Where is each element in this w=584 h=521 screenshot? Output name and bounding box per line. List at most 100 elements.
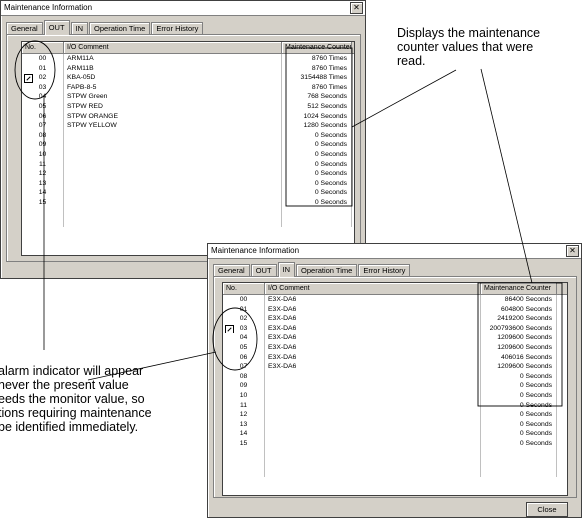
table-row[interactable]	[223, 458, 567, 468]
cell-no: 02	[22, 73, 64, 83]
table-header: No. I/O Comment Maintenance Counter	[223, 283, 567, 295]
table-row[interactable]: 14 0 Seconds	[22, 188, 354, 198]
cell-no: 03	[223, 323, 265, 334]
table-row[interactable]	[223, 448, 567, 459]
cell-maintenance-counter: 0 Seconds	[282, 169, 352, 179]
table-row[interactable]	[22, 217, 354, 227]
table-row[interactable]: 02 KBA-05D 3154488 Times	[22, 73, 354, 83]
cell-no-text: 01	[38, 64, 47, 72]
cell-no-text: 00	[239, 296, 248, 303]
table-row[interactable]	[223, 467, 567, 478]
table-row[interactable]: 05 STPW RED 512 Seconds	[22, 101, 354, 112]
table-row[interactable]: 08 0 Seconds	[22, 130, 354, 141]
io-table[interactable]: No. I/O Comment Maintenance Counter 00 E3…	[222, 282, 568, 496]
cell-no: 03	[22, 82, 64, 93]
header-io-comment[interactable]: I/O Comment	[265, 283, 481, 294]
table-row[interactable]: 00 E3X-DA6 86400 Seconds	[223, 295, 567, 305]
table-row[interactable]: 04 E3X-DA6 1209600 Seconds	[223, 333, 567, 343]
tab-operation-time[interactable]: Operation Time	[296, 264, 358, 276]
table-row[interactable]: 12 0 Seconds	[223, 410, 567, 420]
cell-maintenance-counter: 0 Seconds	[481, 410, 557, 420]
table-row[interactable]: 04 STPW Green 768 Seconds	[22, 92, 354, 102]
cell-maintenance-counter: 1209600 Seconds	[481, 333, 557, 343]
table-row[interactable]: 11 0 Seconds	[223, 400, 567, 411]
table-row[interactable]: 01 ARM11B 8760 Times	[22, 63, 354, 74]
callout-line: counter values that were	[397, 40, 534, 54]
table-row[interactable]: 07 STPW YELLOW 1280 Seconds	[22, 121, 354, 131]
tab-operation-time[interactable]: Operation Time	[89, 22, 151, 34]
table-row[interactable]: 01 E3X-DA6 604800 Seconds	[223, 304, 567, 315]
leader-line	[351, 69, 457, 128]
cell-no-text: 06	[239, 353, 248, 361]
table-row[interactable]	[22, 207, 354, 218]
table-row[interactable]: 14 0 Seconds	[223, 429, 567, 439]
table-row[interactable]: 08 0 Seconds	[223, 371, 567, 382]
cell-io-comment: ARM11B	[64, 63, 282, 74]
cell-io-comment	[265, 381, 481, 391]
cell-io-comment	[64, 188, 282, 198]
tab-strip: General OUT IN Operation Time Error Hist…	[213, 262, 411, 277]
close-icon[interactable]: ✕	[566, 245, 579, 257]
header-no[interactable]: No.	[223, 283, 265, 294]
header-maintenance-counter[interactable]: Maintenance Counter	[282, 42, 352, 53]
alarm-icon	[24, 74, 33, 83]
table-row[interactable]: 03 FAPB-8-5 8760 Times	[22, 82, 354, 93]
tab-general[interactable]: General	[6, 22, 43, 34]
table-row[interactable]: 03 E3X-DA6 200793600 Seconds	[223, 323, 567, 334]
table-row[interactable]: 06 E3X-DA6 406016 Seconds	[223, 352, 567, 363]
table-row[interactable]: 09 0 Seconds	[22, 140, 354, 150]
cell-no-text: 06	[38, 112, 47, 120]
cell-no: 15	[223, 438, 265, 449]
table-row[interactable]: 15 0 Seconds	[22, 197, 354, 208]
cell-no-text: 05	[239, 343, 248, 351]
table-row[interactable]: 02 E3X-DA6 2419200 Seconds	[223, 314, 567, 324]
cell-no-text: 13	[239, 420, 248, 428]
cell-no	[22, 217, 64, 227]
io-table[interactable]: No. I/O Comment Maintenance Counter 00 AR…	[21, 41, 355, 256]
cell-no: 02	[223, 314, 265, 324]
table-row[interactable]: 13 0 Seconds	[22, 178, 354, 189]
cell-no: 11	[22, 159, 64, 170]
table-row[interactable]: 12 0 Seconds	[22, 169, 354, 179]
cell-no: 14	[22, 188, 64, 198]
cell-io-comment: STPW YELLOW	[64, 121, 282, 131]
table-row[interactable]: 15 0 Seconds	[223, 438, 567, 449]
header-maintenance-counter[interactable]: Maintenance Counter	[481, 283, 557, 294]
window-title: Maintenance Information	[4, 3, 93, 12]
cell-io-comment	[64, 149, 282, 160]
cell-io-comment	[265, 438, 481, 449]
cell-no: 07	[22, 121, 64, 131]
cell-io-comment: E3X-DA6	[265, 314, 481, 324]
cell-no: 14	[223, 429, 265, 439]
table-row[interactable]: 11 0 Seconds	[22, 159, 354, 170]
cell-io-comment	[64, 169, 282, 179]
header-io-comment[interactable]: I/O Comment	[64, 42, 282, 53]
tab-error-history[interactable]: Error History	[151, 22, 204, 34]
cell-io-comment	[265, 371, 481, 382]
table-row[interactable]: 13 0 Seconds	[223, 419, 567, 430]
tab-error-history[interactable]: Error History	[358, 264, 411, 276]
cell-maintenance-counter: 0 Seconds	[481, 390, 557, 401]
cell-no-text: 15	[239, 439, 248, 447]
table-row[interactable]: 09 0 Seconds	[223, 381, 567, 391]
cell-no: 08	[223, 371, 265, 382]
table-row[interactable]: 00 ARM11A 8760 Times	[22, 54, 354, 64]
tab-out[interactable]: OUT	[250, 264, 277, 276]
header-no[interactable]: No.	[22, 42, 64, 53]
cell-io-comment	[265, 429, 481, 439]
tab-in[interactable]: IN	[277, 262, 296, 277]
cell-maintenance-counter: 3154488 Times	[282, 73, 352, 83]
table-row[interactable]: 07 E3X-DA6 1209600 Seconds	[223, 362, 567, 372]
table-row[interactable]: 10 0 Seconds	[22, 149, 354, 160]
tab-general[interactable]: General	[213, 264, 250, 276]
tab-in[interactable]: IN	[70, 22, 89, 34]
close-button[interactable]: Close	[526, 502, 568, 517]
cell-no-text: 11	[38, 160, 47, 168]
tab-out[interactable]: OUT	[43, 20, 70, 35]
table-row[interactable]: 06 STPW ORANGE 1024 Seconds	[22, 111, 354, 122]
callout-line: eeds the monitor value, so	[0, 392, 145, 406]
table-row[interactable]: 10 0 Seconds	[223, 390, 567, 401]
table-row[interactable]: 05 E3X-DA6 1209600 Seconds	[223, 342, 567, 353]
cell-no: 05	[22, 101, 64, 112]
close-icon[interactable]: ✕	[350, 2, 363, 14]
